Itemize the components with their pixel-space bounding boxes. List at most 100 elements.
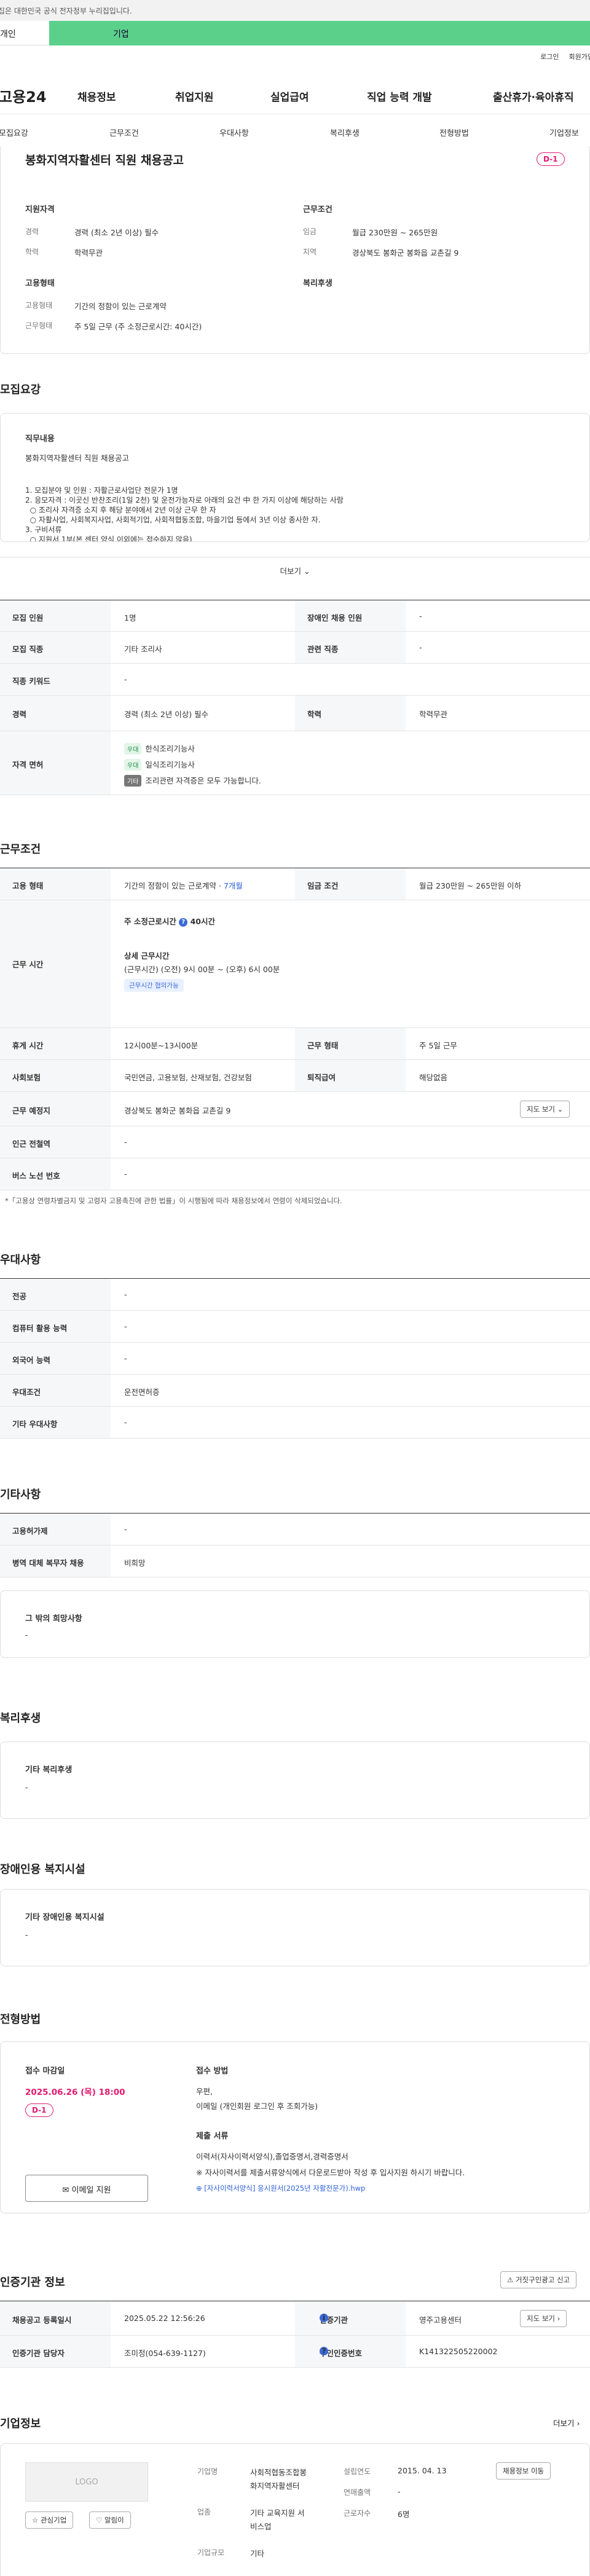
wage-value: 월급 230만원 ~ 265만원 xyxy=(352,228,438,237)
gnb-item-jobs[interactable]: 채용정보 xyxy=(77,88,116,104)
row-value: 월급 230만원 ~ 265만원 이하 xyxy=(419,881,522,890)
revenue-value: - xyxy=(398,2487,401,2496)
table-row: 사회보험 국민연금, 고용보험, 산재보험, 건강보험 퇴직급여 해당없음 xyxy=(0,1060,590,1092)
job-description-value: 봉화지역자활센터 직원 채용공고 xyxy=(25,454,129,463)
job-line: 1. 모집분야 및 인원 : 자활근로사업단 전문가 1명 xyxy=(25,486,178,495)
row-label: 근무 시간 xyxy=(12,960,44,969)
bell-icon: ♡ xyxy=(96,2516,103,2524)
row-label: 휴게 시간 xyxy=(12,1041,44,1050)
recruit-section-title: 모집요강 xyxy=(0,383,41,396)
company-name-label: 기업명 xyxy=(197,2467,218,2476)
industry-value: 기타 교육지원 서 xyxy=(250,2508,305,2518)
qualification-heading: 지원자격 xyxy=(25,205,55,214)
row-value: - xyxy=(124,1137,127,1147)
more-button[interactable]: 더보기 ⌄ xyxy=(0,557,590,581)
row-label: 컴퓨터 활용 능력 xyxy=(12,1324,68,1333)
license-name: 조리관련 자격증은 모두 가능합니다. xyxy=(145,776,261,785)
hours-total-label: 주 소정근로시간 xyxy=(124,917,176,926)
alarm-button[interactable]: ♡ 알림이 xyxy=(89,2511,131,2529)
row-label: 우대조건 xyxy=(12,1388,41,1397)
staff-label: 근로자수 xyxy=(344,2509,371,2518)
subnav-recruit[interactable]: 모집요강 xyxy=(0,127,28,138)
docs-line: 이력서(자사이력서양식),졸업증명서,경력증명서 xyxy=(196,2152,348,2161)
hours-detail-heading: 상세 근무시간 xyxy=(124,951,170,960)
row-label: 학력 xyxy=(307,710,322,719)
table-row: 우대조건 운전면허증 xyxy=(0,1375,590,1407)
license-item: 기타 조리관련 자격증은 모두 가능합니다. xyxy=(124,774,261,787)
education-value: 학력무관 xyxy=(74,248,103,257)
age-notice: *「고용상 연령차별금지 및 고령자 고용촉진에 관한 법률」이 시행됨에 따라… xyxy=(5,1196,342,1205)
summary-card: 봉화지역자활센터 직원 채용공고 D-1 지원자격 경력 경력 (최소 2년 이… xyxy=(0,146,590,354)
site-logo[interactable]: 고용24 xyxy=(0,85,47,106)
row-label: 모집 인원 xyxy=(12,613,44,622)
subnav-welfare[interactable]: 복리후생 xyxy=(330,127,360,138)
emptype-text: 기간의 정함이 있는 근로계약 xyxy=(124,881,216,890)
docs-line: ※ 자사이력서를 제출서류양식에서 다운로드받아 작성 후 입사지원 하시기 바… xyxy=(196,2168,465,2177)
welfare-box-value: - xyxy=(25,1783,28,1792)
chevron-down-icon: ⌄ xyxy=(304,567,310,576)
table-row: 휴게 시간 12시00분~13시00분 근무 형태 주 5일 근무 xyxy=(0,1028,590,1060)
table-row: 자격 면허 우대 한식조리기능사 우대 일식조리기능사 기타 조리관련 자격증은 모두… xyxy=(0,731,590,795)
more-label: 더보기 xyxy=(280,567,302,576)
subnav-company[interactable]: 기업정보 xyxy=(549,127,579,138)
license-tag: 우대 xyxy=(124,743,142,755)
hours-detail-value: (근무시간) (오전) 9시 00분 ~ (오후) 6시 00분 xyxy=(124,965,280,974)
chevron-right-icon: › xyxy=(576,2419,580,2428)
emptype-value: 기간의 정함이 있는 근로계약 xyxy=(74,302,167,311)
info-icon[interactable]: ? xyxy=(320,2347,328,2355)
false-ad-report-button[interactable]: ⚠ 거짓구인광고 신고 xyxy=(500,2271,577,2288)
signup-link[interactable]: 회원가입 xyxy=(569,52,590,61)
subnav-conditions[interactable]: 근무조건 xyxy=(109,127,139,138)
info-icon[interactable]: i xyxy=(320,2314,328,2322)
company-card: LOGO ☆ 관심기업 ♡ 알림이 기업명 사회적협동조합봉 화지역자활센터 업… xyxy=(0,2443,590,2576)
alarm-label: 알림이 xyxy=(104,2516,124,2524)
welfare-section-title: 복리후생 xyxy=(0,1712,41,1725)
resume-file-link[interactable]: ⊕ [자사이력서양식] 응시원서(2025년 자활전문가).hwp xyxy=(196,2183,365,2193)
tab-individual[interactable]: 개인 xyxy=(0,21,49,45)
table-row: 버스 노선 번호 - xyxy=(0,1158,590,1190)
row-label: 인근 전철역 xyxy=(12,1139,50,1149)
disability-box-value: - xyxy=(25,1930,28,1939)
other-wishes-card: 그 밖의 희망사항 - xyxy=(0,1590,590,1658)
emptype-value: 기간의 정함이 있는 근로계약 · 7개월 xyxy=(124,881,243,890)
gnb-item-employment-support[interactable]: 취업지원 xyxy=(175,88,214,104)
conditions-section-title: 근무조건 xyxy=(0,843,41,856)
license-tag: 우대 xyxy=(124,759,142,771)
resume-file-name: [자사이력서양식] 응시원서(2025년 자활전문가).hwp xyxy=(204,2184,366,2193)
gnb-item-parental-leave[interactable]: 출산휴가·육아휴직 xyxy=(493,88,574,104)
email-apply-button[interactable]: ✉ 이메일 지원 xyxy=(25,2175,148,2202)
row-label: 기타 우대사항 xyxy=(12,1420,58,1429)
info-icon[interactable]: ? xyxy=(179,917,188,927)
subnav-preference[interactable]: 우대사항 xyxy=(219,127,249,138)
tab-enterprise[interactable]: 기업 xyxy=(49,21,590,45)
auth-map-button[interactable]: 지도 보기 › xyxy=(520,2310,567,2327)
row-label: 근무 예정지 xyxy=(12,1106,50,1115)
other-wishes-heading: 그 밖의 희망사항 xyxy=(25,1614,82,1624)
subnav-selection[interactable]: 전형방법 xyxy=(439,127,469,138)
row-label: 자격 면허 xyxy=(12,760,44,769)
row-value: 2025.05.22 12:56:26 xyxy=(124,2314,205,2323)
education-label: 학력 xyxy=(25,248,39,256)
global-nav: 고용24 채용정보 취업지원 실업급여 직업 능력 개발 출산휴가·육아휴직 xyxy=(0,76,590,114)
company-jobs-button[interactable]: 채용정보 이동 xyxy=(496,2462,551,2480)
table-row: 직종 키워드 - xyxy=(0,664,590,696)
row-value: - xyxy=(124,1322,127,1331)
row-label: 전공 xyxy=(12,1292,27,1301)
tab-enterprise-label: 기업 xyxy=(113,29,129,39)
login-link[interactable]: 로그인 xyxy=(540,52,559,61)
career-value: 경력 (최소 2년 이상) 필수 xyxy=(74,228,159,237)
row-label: 인증기관 담당자 xyxy=(12,2349,65,2358)
interest-label: 관심기업 xyxy=(40,2516,67,2524)
company-name-value-2: 화지역자활센터 xyxy=(250,2481,300,2491)
gnb-item-unemployment[interactable]: 실업급여 xyxy=(270,88,309,104)
map-button[interactable]: 지도 보기 ⌄ xyxy=(520,1101,570,1118)
interest-company-button[interactable]: ☆ 관심기업 xyxy=(25,2511,74,2529)
table-row: 외국어 능력 - xyxy=(0,1343,590,1375)
career-label: 경력 xyxy=(25,227,39,236)
gnb-item-training[interactable]: 직업 능력 개발 xyxy=(367,88,432,104)
row-value: 주 5일 근무 xyxy=(419,1041,457,1050)
company-more-link[interactable]: 더보기 › xyxy=(553,2417,580,2429)
method-line: 우편, xyxy=(196,2087,213,2096)
company-logo: LOGO xyxy=(25,2462,148,2502)
job-line: 2. 응모자격 : 이곳신 반찬조리(1일 2천) 및 운전가능자로 아래의 요… xyxy=(25,496,344,505)
